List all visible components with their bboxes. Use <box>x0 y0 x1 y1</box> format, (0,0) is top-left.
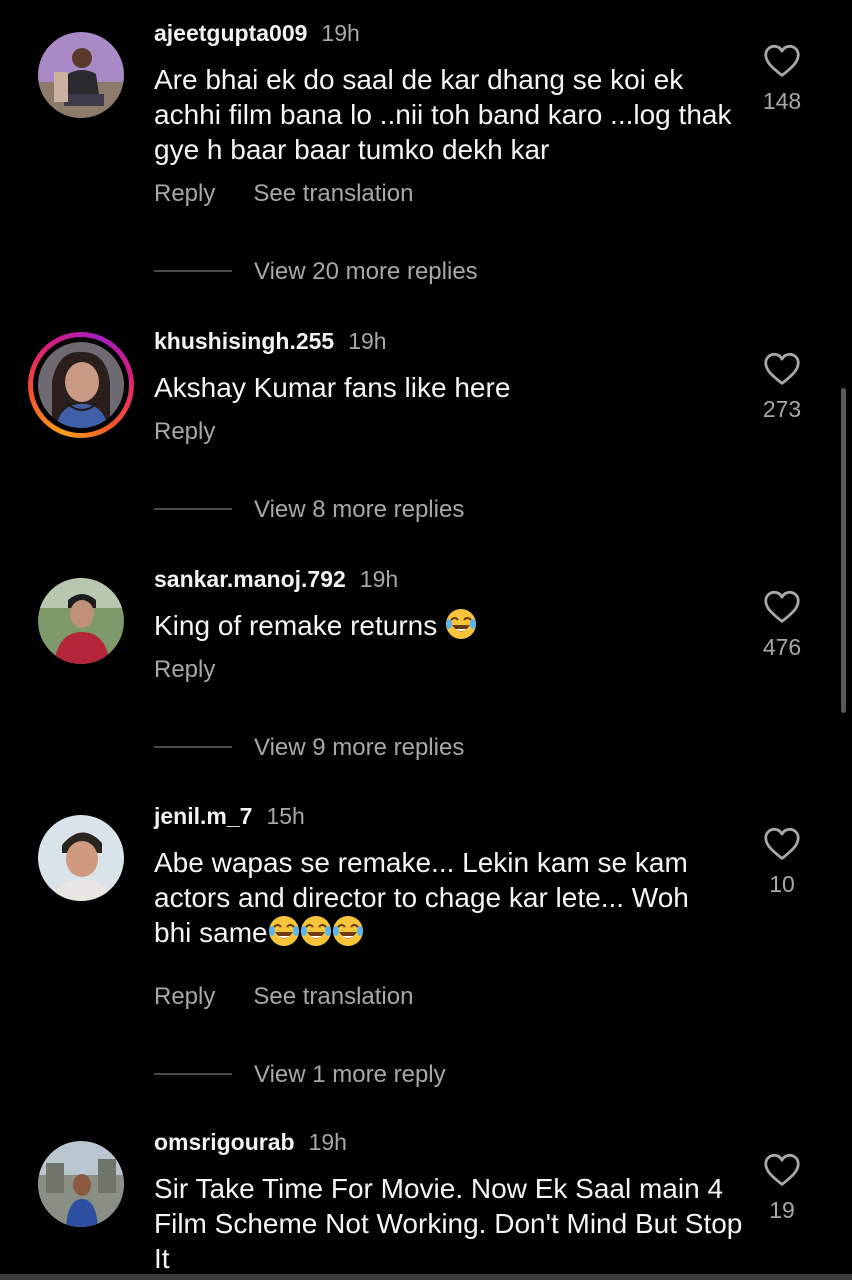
view-replies-label: View 20 more replies <box>254 258 478 285</box>
timestamp: 19h <box>308 1129 347 1155</box>
username[interactable]: sankar.manoj.792 <box>154 566 346 592</box>
heart-outline-icon[interactable] <box>763 1153 801 1187</box>
comment-text-body: King of remake returns <box>154 610 438 641</box>
comment-actions: Reply <box>154 418 253 446</box>
username[interactable]: jenil.m_7 <box>154 803 252 829</box>
comment-text-end: bhi same <box>154 917 268 948</box>
see-translation-button[interactable]: See translation <box>253 983 413 1010</box>
view-replies-label: View 8 more replies <box>254 496 465 523</box>
comment-text: King of remake returns <box>154 608 744 643</box>
face-with-tears-of-joy-emoji <box>332 916 363 946</box>
heart-outline-icon[interactable] <box>763 827 801 861</box>
view-replies-label: View 1 more reply <box>254 1061 446 1088</box>
avatar[interactable] <box>38 32 124 118</box>
reply-button[interactable]: Reply <box>154 180 215 207</box>
reply-button[interactable]: Reply <box>154 656 215 683</box>
divider <box>154 507 232 510</box>
comment-text-line: actors and director to chage kar lete...… <box>154 882 689 913</box>
view-replies-button[interactable]: View 20 more replies <box>154 258 478 286</box>
view-replies-button[interactable]: View 9 more replies <box>154 734 464 762</box>
like-control: 476 <box>752 590 812 661</box>
timestamp: 19h <box>348 328 387 354</box>
timestamp: 19h <box>359 566 399 592</box>
reply-button[interactable]: Reply <box>154 983 215 1010</box>
comment-text: Akshay Kumar fans like here <box>154 372 511 403</box>
comment-text-line: Abe wapas se remake... Lekin kam se kam <box>154 847 688 878</box>
username[interactable]: ajeetgupta009 <box>154 20 307 46</box>
like-control: 19 <box>752 1153 812 1224</box>
heart-outline-icon[interactable] <box>763 590 801 624</box>
avatar-with-story-ring[interactable] <box>28 332 134 438</box>
like-count: 19 <box>769 1197 795 1223</box>
comment-text: Sir Take Time For Movie. Now Ek Saal mai… <box>154 1173 743 1274</box>
face-with-tears-of-joy-emoji <box>300 916 331 946</box>
avatar[interactable] <box>38 578 124 664</box>
avatar[interactable] <box>38 1141 124 1227</box>
timestamp: 15h <box>266 803 305 829</box>
divider <box>154 745 232 748</box>
heart-outline-icon[interactable] <box>763 44 801 78</box>
like-control: 10 <box>752 827 812 898</box>
divider <box>154 269 232 272</box>
comment-actions: Reply <box>154 656 253 684</box>
comment-header: ajeetgupta009 19h <box>154 20 360 47</box>
comment-text: Are bhai ek do saal de kar dhang se koi … <box>154 64 732 165</box>
like-control: 273 <box>752 352 812 423</box>
comment-text-line: bhi same <box>154 915 744 950</box>
view-replies-label: View 9 more replies <box>254 734 465 761</box>
comment-header: jenil.m_7 15h <box>154 803 305 830</box>
comment-header: omsrigourab 19h <box>154 1129 347 1156</box>
like-count: 273 <box>762 396 802 422</box>
face-with-tears-of-joy-emoji <box>268 916 299 946</box>
reply-button[interactable]: Reply <box>154 418 215 445</box>
comment-header: khushisingh.255 19h <box>154 328 387 355</box>
comment-actions: Reply See translation <box>154 180 451 208</box>
like-control: 148 <box>752 44 812 115</box>
timestamp: 19h <box>321 20 360 46</box>
view-replies-button[interactable]: View 8 more replies <box>154 496 464 524</box>
heart-outline-icon[interactable] <box>763 352 801 386</box>
comment-actions: Reply See translation <box>154 983 451 1011</box>
see-translation-button[interactable]: See translation <box>253 180 413 207</box>
view-replies-button[interactable]: View 1 more reply <box>154 1061 446 1089</box>
like-count: 10 <box>769 871 795 897</box>
username[interactable]: omsrigourab <box>154 1129 295 1155</box>
comment-text: Abe wapas se remake... Lekin kam se kam … <box>154 845 744 950</box>
username[interactable]: khushisingh.255 <box>154 328 334 354</box>
like-count: 148 <box>762 88 802 114</box>
scrollbar[interactable] <box>841 388 846 713</box>
face-with-tears-of-joy-emoji <box>446 609 477 639</box>
bottom-edge <box>0 1274 852 1280</box>
divider <box>154 1072 232 1075</box>
comment-header: sankar.manoj.792 19h <box>154 566 398 593</box>
avatar[interactable] <box>38 815 124 901</box>
like-count: 476 <box>762 634 802 660</box>
